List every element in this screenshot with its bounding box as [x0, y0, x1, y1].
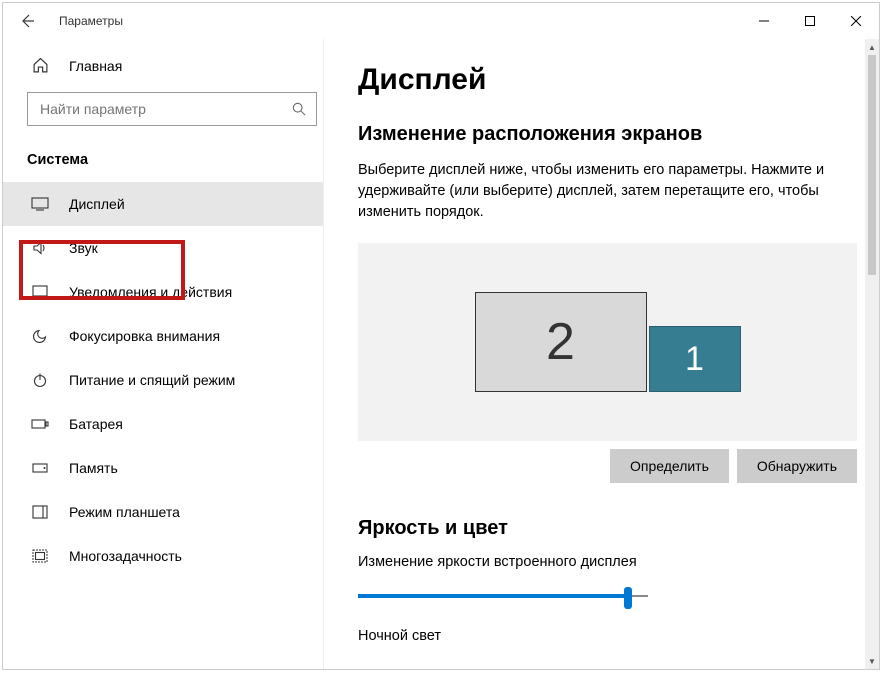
multitask-icon — [31, 547, 49, 565]
detect-button[interactable]: Обнаружить — [737, 449, 857, 483]
search-field[interactable] — [40, 101, 292, 117]
identify-button[interactable]: Определить — [610, 449, 729, 483]
monitor-row: 2 1 — [475, 292, 741, 392]
arrow-left-icon — [19, 13, 35, 29]
content-area: Главная Система Дисплей — [3, 39, 879, 669]
sidebar-item-power[interactable]: Питание и спящий режим — [3, 358, 323, 402]
tablet-icon — [31, 503, 49, 521]
sidebar-item-label: Дисплей — [69, 196, 125, 212]
sidebar-item-label: Питание и спящий режим — [69, 372, 235, 388]
power-icon — [31, 371, 49, 389]
storage-icon — [31, 459, 49, 477]
titlebar: Параметры — [3, 3, 879, 39]
sidebar-item-storage[interactable]: Память — [3, 446, 323, 490]
close-icon — [851, 16, 861, 26]
home-link[interactable]: Главная — [3, 47, 323, 84]
maximize-button[interactable] — [787, 5, 833, 37]
sidebar-item-tablet[interactable]: Режим планшета — [3, 490, 323, 534]
battery-icon — [31, 415, 49, 433]
display-icon — [31, 195, 49, 213]
window-title: Параметры — [51, 14, 123, 28]
window-controls — [741, 5, 879, 37]
settings-window: Параметры Главная — [2, 2, 880, 670]
scrollbar[interactable]: ▲ ▼ — [865, 39, 879, 669]
monitor-2[interactable]: 2 — [475, 292, 647, 392]
sidebar-item-notifications[interactable]: Уведомления и действия — [3, 270, 323, 314]
scroll-down-icon[interactable]: ▼ — [865, 653, 879, 669]
section-system: Система — [3, 144, 323, 182]
night-light-label: Ночной свет — [358, 628, 857, 644]
sidebar-item-display[interactable]: Дисплей — [3, 182, 323, 226]
back-button[interactable] — [3, 3, 51, 39]
sidebar-item-label: Фокусировка внимания — [69, 328, 220, 344]
minimize-icon — [759, 16, 769, 26]
sidebar-item-focus[interactable]: Фокусировка внимания — [3, 314, 323, 358]
search-input[interactable] — [27, 92, 317, 126]
sidebar-item-label: Звук — [69, 240, 98, 256]
scroll-up-icon[interactable]: ▲ — [865, 39, 879, 55]
home-icon — [31, 57, 49, 74]
sidebar-item-sound[interactable]: Звук — [3, 226, 323, 270]
slider-fill — [358, 594, 630, 598]
notifications-icon — [31, 283, 49, 301]
arrange-buttons: Определить Обнаружить — [358, 449, 857, 483]
sidebar: Главная Система Дисплей — [3, 39, 323, 669]
search-icon — [292, 102, 306, 116]
close-button[interactable] — [833, 5, 879, 37]
brightness-label: Изменение яркости встроенного дисплея — [358, 554, 857, 570]
display-arrange-area[interactable]: 2 1 — [358, 243, 857, 441]
sidebar-item-label: Батарея — [69, 416, 123, 432]
sidebar-item-label: Уведомления и действия — [69, 284, 232, 300]
main-panel: Дисплей Изменение расположения экранов В… — [323, 39, 879, 669]
monitor-1[interactable]: 1 — [649, 326, 741, 392]
search-container — [27, 92, 311, 126]
focus-icon — [31, 327, 49, 345]
rearrange-heading: Изменение расположения экранов — [358, 123, 857, 146]
maximize-icon — [805, 16, 815, 26]
sidebar-item-label: Многозадачность — [69, 548, 182, 564]
slider-thumb[interactable] — [624, 587, 632, 609]
sidebar-item-battery[interactable]: Батарея — [3, 402, 323, 446]
scroll-track — [865, 275, 879, 653]
sidebar-item-label: Память — [69, 460, 118, 476]
rearrange-description: Выберите дисплей ниже, чтобы изменить ег… — [358, 160, 857, 223]
brightness-slider[interactable] — [358, 584, 857, 612]
sidebar-item-label: Режим планшета — [69, 504, 180, 520]
minimize-button[interactable] — [741, 5, 787, 37]
sidebar-item-multitask[interactable]: Многозадачность — [3, 534, 323, 578]
page-title: Дисплей — [358, 63, 857, 97]
scroll-thumb[interactable] — [868, 55, 876, 275]
sound-icon — [31, 239, 49, 257]
brightness-heading: Яркость и цвет — [358, 517, 857, 540]
home-label: Главная — [69, 58, 122, 74]
